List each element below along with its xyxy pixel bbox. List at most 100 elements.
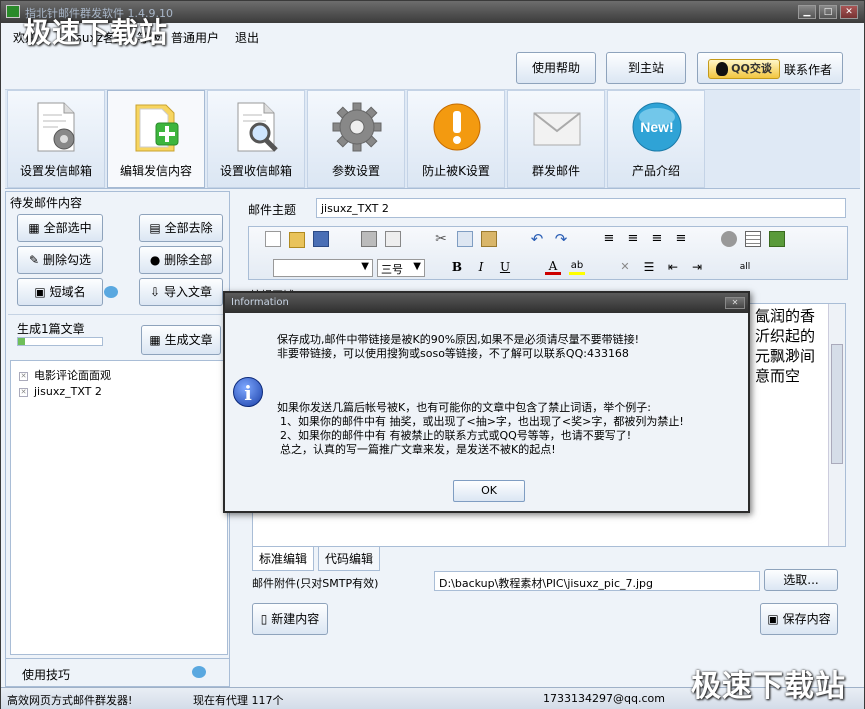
print-icon[interactable]	[361, 231, 377, 247]
tab-send-mailbox[interactable]: 设置发信邮箱	[7, 90, 105, 188]
dialog-close-button[interactable]: ✕	[725, 297, 745, 309]
short-domain-button[interactable]: ▣ 短域名	[17, 278, 103, 306]
font-size-select[interactable]: 三号 ▼	[377, 259, 425, 277]
list-item[interactable]: ✕ 电影评论面面观	[19, 367, 111, 383]
dialog-line: 总之，认真的写一篇推广文章来发，是发送不被K的起点!	[280, 443, 556, 456]
new-content-button[interactable]: ▯ 新建内容	[252, 603, 328, 635]
bold-icon[interactable]: B	[449, 259, 465, 275]
main-window: 指北针邮件群发软件 1.4.9.10 ▁ □ ✕ 欢迎 jisuxz客户 等级 …	[0, 0, 865, 709]
tab-standard-edit[interactable]: 标准编辑	[252, 547, 315, 571]
watermark-bottom: 极速下载站	[691, 669, 846, 704]
editor-scrollbar[interactable]	[828, 304, 845, 546]
print-preview-icon[interactable]	[385, 231, 401, 247]
outdent-icon[interactable]: ⇤	[665, 259, 681, 275]
warning-icon	[433, 103, 481, 151]
import-article-button[interactable]: ⇩ 导入文章	[139, 278, 223, 306]
delete-all-button[interactable]: ● 删除全部	[139, 246, 223, 274]
status-proxy: 现在有代理 117个	[193, 694, 284, 707]
usage-tips-link[interactable]: 使用技巧	[22, 666, 70, 683]
paste-icon[interactable]	[481, 231, 497, 247]
scrollbar-thumb[interactable]	[831, 344, 843, 464]
tab-code-edit[interactable]: 代码编辑	[318, 547, 381, 571]
new-badge-icon: New!	[632, 102, 682, 152]
italic-icon[interactable]: I	[473, 259, 489, 275]
editor-text-line: 意而空	[754, 367, 800, 385]
save-icon[interactable]	[313, 231, 329, 247]
contact-author-button[interactable]: QQ交谈 联系作者	[697, 52, 843, 84]
delete-all-icon: ●	[149, 253, 161, 267]
home-button[interactable]: 到主站	[606, 52, 686, 84]
save-icon: ▣	[767, 612, 779, 626]
tab-label: 编辑发信内容	[119, 164, 192, 178]
status-slogan: 高效网页方式邮件群发器!	[7, 694, 133, 707]
attachment-input[interactable]: D:\backup\教程素材\PIC\jisuxz_pic_7.jpg	[434, 571, 760, 591]
tab-receive-mailbox[interactable]: 设置收信邮箱	[207, 90, 305, 188]
save-content-button[interactable]: ▣ 保存内容	[760, 603, 838, 635]
tab-edit-content[interactable]: 编辑发信内容	[107, 90, 205, 188]
align-center-icon[interactable]: ≡	[649, 231, 665, 247]
watermark-top: 极速下载站	[23, 16, 169, 49]
maximize-button[interactable]: □	[819, 5, 837, 19]
help-button[interactable]: 使用帮助	[516, 52, 596, 84]
select-all-button[interactable]: ▦ 全部选中	[17, 214, 103, 242]
ok-button[interactable]: OK	[453, 480, 525, 502]
save-content-label: 保存内容	[782, 612, 831, 626]
select-all-label: 全部选中	[43, 221, 92, 235]
font-color-icon[interactable]: A	[545, 259, 561, 275]
new-doc-icon[interactable]	[265, 231, 281, 247]
delete-checked-button[interactable]: ✎ 删除勾选	[17, 246, 103, 274]
short-domain-icon: ▣	[34, 285, 46, 299]
undo-icon[interactable]: ↶	[529, 231, 545, 247]
user-level: 普通用户	[171, 31, 220, 45]
editor-text: 氤润的香 沂织起的 元飘渺间 意而空	[755, 306, 815, 386]
minimize-button[interactable]: ▁	[798, 5, 816, 19]
list-item-label: 电影评论面面观	[34, 369, 111, 382]
document-gear-icon	[37, 102, 75, 152]
redo-icon[interactable]: ↷	[553, 231, 569, 247]
image-icon[interactable]	[769, 231, 785, 247]
import-icon: ⇩	[150, 285, 161, 299]
remove-all-button[interactable]: ▤ 全部去除	[139, 214, 223, 242]
clear-format-icon[interactable]: ✕	[617, 259, 633, 275]
checkbox[interactable]: ✕	[19, 371, 28, 381]
highlight-icon[interactable]: ab	[569, 259, 585, 275]
numbered-list-icon[interactable]: ☰	[641, 259, 657, 275]
copy-icon[interactable]	[457, 231, 473, 247]
info-icon: i	[233, 377, 263, 407]
dialog-title-bar: Information	[225, 293, 748, 313]
short-domain-label: 短域名	[49, 285, 86, 299]
open-folder-icon[interactable]	[289, 232, 305, 248]
font-size-value: 三号	[381, 263, 403, 276]
emoticon-icon[interactable]	[721, 231, 737, 247]
svg-text:New!: New!	[640, 119, 673, 135]
tab-parameter-settings[interactable]: 参数设置	[307, 90, 405, 188]
indent-icon[interactable]: ⇥	[689, 259, 705, 275]
generate-article-button[interactable]: ▦ 生成文章	[141, 325, 221, 355]
tips-bubble-icon[interactable]	[192, 666, 206, 678]
generate-progress-bar	[17, 337, 103, 346]
tab-label: 群发邮件	[531, 164, 580, 178]
tab-anti-ban-settings[interactable]: 防止被K设置	[407, 90, 505, 188]
underline-icon[interactable]: U	[497, 259, 513, 275]
close-button[interactable]: ✕	[840, 5, 858, 19]
information-dialog: Information ✕ 保存成功,邮件中带链接是被K的90%原因,如果不是必…	[223, 291, 750, 513]
align-left-icon[interactable]: ≡	[625, 231, 641, 247]
eraser-icon: ✎	[29, 253, 40, 267]
logout-link[interactable]: 退出	[235, 29, 259, 46]
choose-file-button[interactable]: 选取...	[764, 569, 838, 591]
tab-mass-mail[interactable]: 群发邮件	[507, 90, 605, 188]
table-icon[interactable]	[745, 231, 761, 247]
align-right-icon[interactable]: ≡	[673, 231, 689, 247]
subject-input[interactable]: jisuxz_TXT 2	[316, 198, 846, 218]
tab-product-intro[interactable]: New! 产品介绍	[607, 90, 705, 188]
checkbox[interactable]: ✕	[19, 387, 28, 397]
help-bubble-icon[interactable]	[104, 286, 118, 298]
list-item[interactable]: ✕ jisuxz_TXT 2	[19, 385, 102, 398]
select-all-text-icon[interactable]: all	[737, 259, 753, 275]
subject-label: 邮件主题	[248, 203, 297, 217]
select-all-icon: ▦	[28, 221, 40, 235]
editor-text-line: 沂织起的	[754, 327, 815, 345]
cut-icon[interactable]: ✂	[433, 231, 449, 247]
font-name-select[interactable]: ▼	[273, 259, 373, 277]
align-justify-icon[interactable]: ≡	[601, 231, 617, 247]
